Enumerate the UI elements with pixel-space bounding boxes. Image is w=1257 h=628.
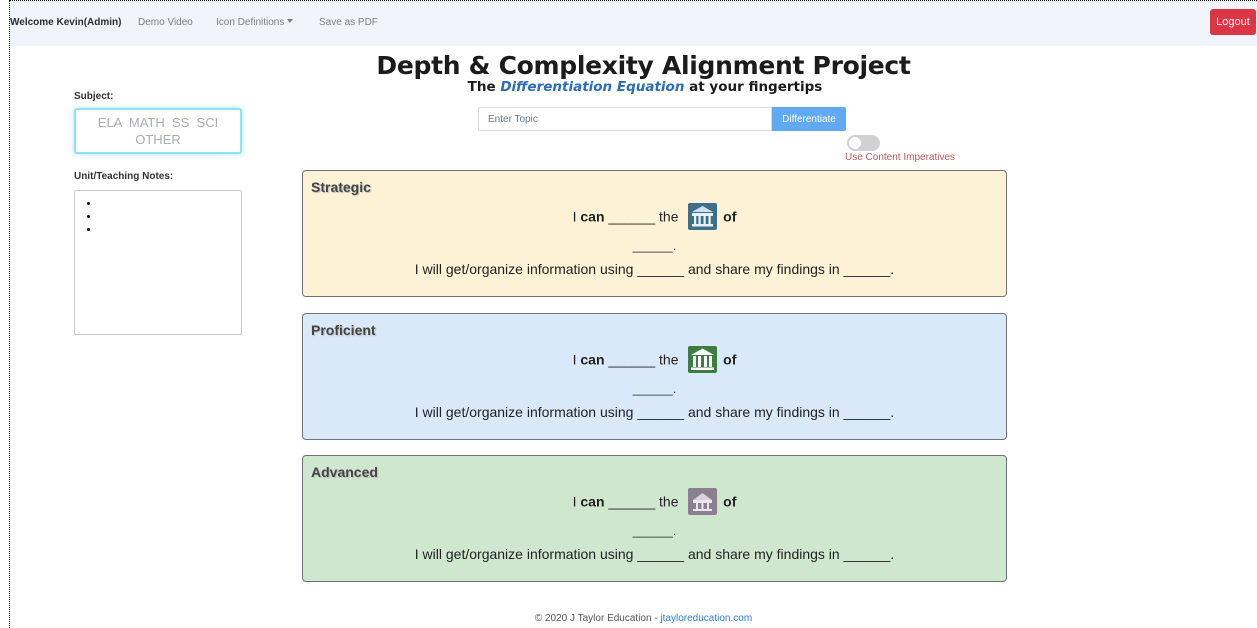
icon-definitions-label: Icon Definitions [216,17,285,28]
caret-down-icon [287,19,294,23]
text-of: of [723,208,737,225]
ethics-scale-icon[interactable] [688,488,718,515]
footer-copyright: © 2020 J Taylor Education - [534,613,661,624]
footer: © 2020 J Taylor Education - jtayloreduca… [10,613,1257,624]
topic-input[interactable] [478,107,772,131]
level-card-strategic: Strategic I can ______ the of ______. I … [302,170,1007,297]
page-frame: Welcome Kevin(Admin) Demo Video Icon Def… [9,0,1257,628]
level-title: Proficient [311,322,376,338]
notes-label: Unit/Teaching Notes: [74,171,174,182]
topic-blank[interactable]: ______. [303,524,1006,538]
subtitle-pre: The [467,79,501,95]
top-navbar: Welcome Kevin(Admin) Demo Video Icon Def… [10,1,1257,46]
content-imperatives-label: Use Content Imperatives [845,152,956,163]
logout-button[interactable]: Logout [1210,9,1256,35]
level-title: Advanced [311,464,378,480]
subtitle-highlight: Differentiation Equation [500,79,685,95]
organize-share-sentence: I will get/organize information using __… [414,546,895,562]
page-subtitle: The Differentiation Equation at your fin… [10,79,1257,95]
building-pillars-icon[interactable] [688,346,718,373]
footer-link[interactable]: jtayloreducation.com [660,613,752,624]
subtitle-post: at your fingertips [684,79,823,95]
verb-blank[interactable]: ______ the [605,209,683,225]
subject-options-line2[interactable]: OTHER [76,131,240,148]
differentiate-button[interactable]: Differentiate [772,107,846,131]
verb-blank[interactable]: ______ the [605,352,683,368]
save-pdf-link[interactable]: Save as PDF [319,17,378,28]
text-can: can [580,351,605,368]
level-card-proficient: Proficient I can ______ the of ______. I… [302,313,1007,440]
text-of: of [723,493,737,510]
icon-definitions-dropdown[interactable]: Icon Definitions [216,17,294,28]
subject-label: Subject: [74,91,114,102]
level-statement: I can ______ the of [303,203,1006,233]
subject-selector[interactable]: ELA MATH SS SCI OTHER [74,108,242,154]
text-can: can [580,493,605,510]
toggle-knob [849,137,861,149]
level-statement: I can ______ the of [303,488,1006,518]
page-title: Depth & Complexity Alignment Project [376,51,911,80]
big-idea-icon[interactable] [688,203,718,230]
text-of: of [723,351,737,368]
welcome-text: Welcome Kevin(Admin) [10,17,122,28]
level-statement: I can ______ the of [303,346,1006,376]
verb-blank[interactable]: ______ the [605,494,683,510]
content-imperatives-toggle[interactable] [847,135,880,151]
topic-blank[interactable]: ______. [303,239,1006,253]
text-can: can [580,208,605,225]
topic-blank[interactable]: ______. [303,382,1006,396]
organize-share-sentence: I will get/organize information using __… [414,404,895,420]
demo-video-link[interactable]: Demo Video [138,17,193,28]
notes-textarea[interactable] [74,190,242,335]
subject-options-line1[interactable]: ELA MATH SS SCI [76,114,240,131]
level-card-advanced: Advanced I can ______ the of ______. I w… [302,455,1007,582]
organize-share-sentence: I will get/organize information using __… [414,261,895,277]
level-title: Strategic [311,179,371,195]
